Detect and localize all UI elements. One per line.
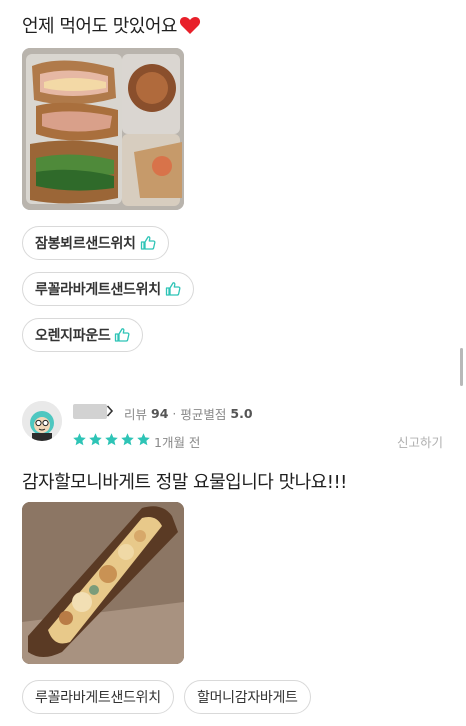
review-1-text-content: 언제 먹어도 맛있어요 xyxy=(22,16,177,37)
review-time: 1개월 전 xyxy=(154,435,201,450)
reviewer-meta: 리뷰 94 · 평균별점 5.0 xyxy=(124,404,253,423)
review-1-tag-2[interactable]: 오렌지파운드 xyxy=(22,318,144,352)
review-count: 94 xyxy=(151,406,169,421)
review-2-tag-1[interactable]: 할머니감자바게트 xyxy=(184,680,311,714)
report-button[interactable]: 신고하기 xyxy=(397,432,443,451)
thumbs-up-icon xyxy=(114,327,130,343)
review-1-tag-0[interactable]: 잠봉뵈르샌드위치 xyxy=(22,226,169,260)
scrollbar[interactable] xyxy=(460,348,463,386)
rating-stars xyxy=(72,432,151,447)
tag-label: 오렌지파운드 xyxy=(35,328,111,344)
tag-label: 루꼴라바게트샌드위치 xyxy=(35,282,161,298)
meta-separator: · xyxy=(172,406,177,421)
review-2-text-content: 감자할모니바게트 정말 요물입니다 맛나요!!! xyxy=(22,472,347,493)
avatar[interactable] xyxy=(22,401,62,441)
star-icon xyxy=(104,432,119,447)
star-icon xyxy=(120,432,135,447)
star-icon xyxy=(72,432,87,447)
review-1-tag-1[interactable]: 루꼴라바게트샌드위치 xyxy=(22,272,194,306)
review-2-photo-baguette[interactable] xyxy=(22,502,184,664)
review-2-text: 감자할모니바게트 정말 요물입니다 맛나요!!! xyxy=(22,468,347,494)
star-icon xyxy=(88,432,103,447)
review-count-label: 리뷰 xyxy=(124,407,148,422)
thumbs-up-icon xyxy=(165,281,181,297)
nickname-redacted[interactable] xyxy=(73,404,107,419)
tag-label: 할머니감자바게트 xyxy=(197,690,298,706)
chevron-right-icon[interactable] xyxy=(106,404,114,422)
tag-label: 루꼴라바게트샌드위치 xyxy=(35,690,161,706)
thumbs-up-icon xyxy=(140,235,156,251)
heart-icon xyxy=(179,15,201,35)
avg-rating-label: 평균별점 xyxy=(180,407,227,422)
review-1-photo-sandwiches[interactable] xyxy=(22,48,184,210)
avg-rating: 5.0 xyxy=(230,406,253,421)
review-2-tag-0[interactable]: 루꼴라바게트샌드위치 xyxy=(22,680,174,714)
star-icon xyxy=(136,432,151,447)
review-1-text: 언제 먹어도 맛있어요 xyxy=(22,12,201,38)
tag-label: 잠봉뵈르샌드위치 xyxy=(35,236,136,252)
